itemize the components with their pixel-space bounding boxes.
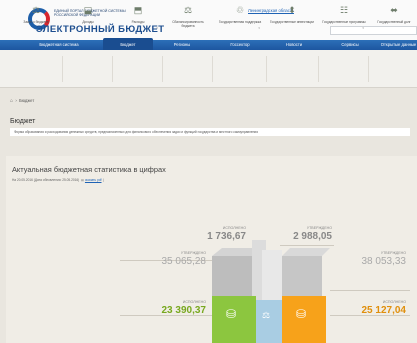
expense-pictogram-icon: ⛁ <box>296 307 306 321</box>
income-pictogram-icon: ⛁ <box>226 307 236 321</box>
right-bar-top <box>282 248 330 256</box>
balance-executed-bar <box>256 300 282 343</box>
balance-pictogram-icon: ⚖ <box>262 311 270 321</box>
budget-bars-graphic: ⛁ ⚖ ⛁ <box>212 240 330 343</box>
